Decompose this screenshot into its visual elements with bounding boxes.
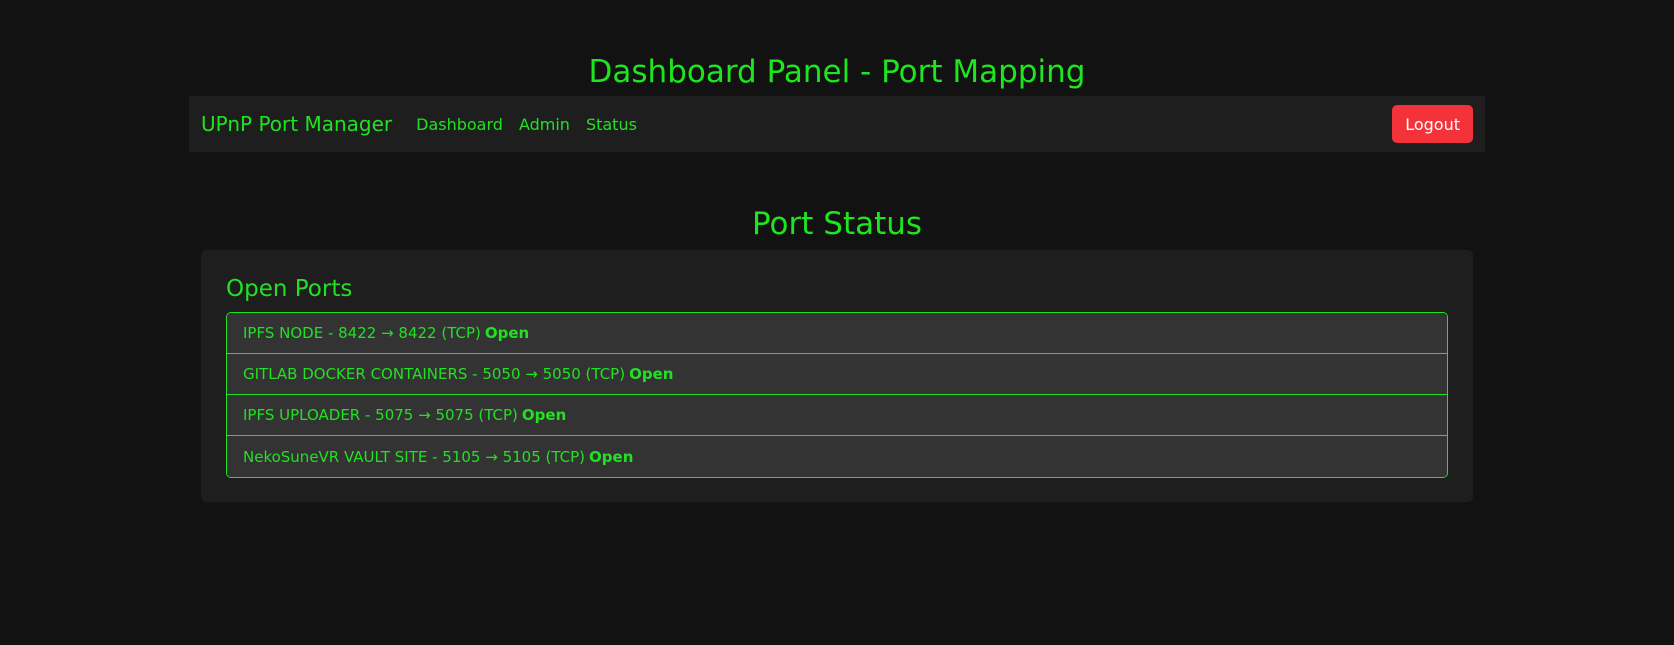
list-item: GITLAB DOCKER CONTAINERS - 5050 → 5050 (… — [227, 354, 1447, 395]
port-description: IPFS UPLOADER - 5075 → 5075 (TCP) — [243, 406, 518, 424]
status-badge: Open — [521, 406, 567, 424]
port-description: NekoSuneVR VAULT SITE - 5105 → 5105 (TCP… — [243, 447, 586, 466]
list-item: NekoSuneVR VAULT SITE - 5105 → 5105 (TCP… — [227, 436, 1447, 477]
port-description: GITLAB DOCKER CONTAINERS - 5050 → 5050 (… — [243, 365, 626, 383]
nav-link-admin[interactable]: Admin — [519, 115, 570, 134]
page-title: Dashboard Panel - Port Mapping — [588, 54, 1086, 90]
logout-button[interactable]: Logout — [1392, 105, 1473, 143]
navbar: UPnP Port Manager Dashboard Admin Status… — [189, 96, 1485, 152]
navbar-brand[interactable]: UPnP Port Manager — [201, 112, 392, 136]
nav-link-status[interactable]: Status — [586, 115, 637, 134]
section-title: Port Status — [751, 206, 923, 242]
nav-link-dashboard[interactable]: Dashboard — [416, 115, 503, 134]
card-title: Open Ports — [226, 276, 353, 302]
status-badge: Open — [589, 447, 634, 466]
status-badge: Open — [629, 365, 674, 383]
status-badge: Open — [484, 324, 530, 342]
list-item: IPFS UPLOADER - 5075 → 5075 (TCP) Open — [227, 395, 1447, 436]
open-ports-card: Open Ports IPFS NODE - 8422 → 8422 (TCP)… — [201, 250, 1473, 502]
list-item: IPFS NODE - 8422 → 8422 (TCP) Open — [227, 313, 1447, 354]
ports-list: IPFS NODE - 8422 → 8422 (TCP) Open GITLAB… — [226, 312, 1448, 478]
port-description: IPFS NODE - 8422 → 8422 (TCP) — [243, 324, 481, 342]
